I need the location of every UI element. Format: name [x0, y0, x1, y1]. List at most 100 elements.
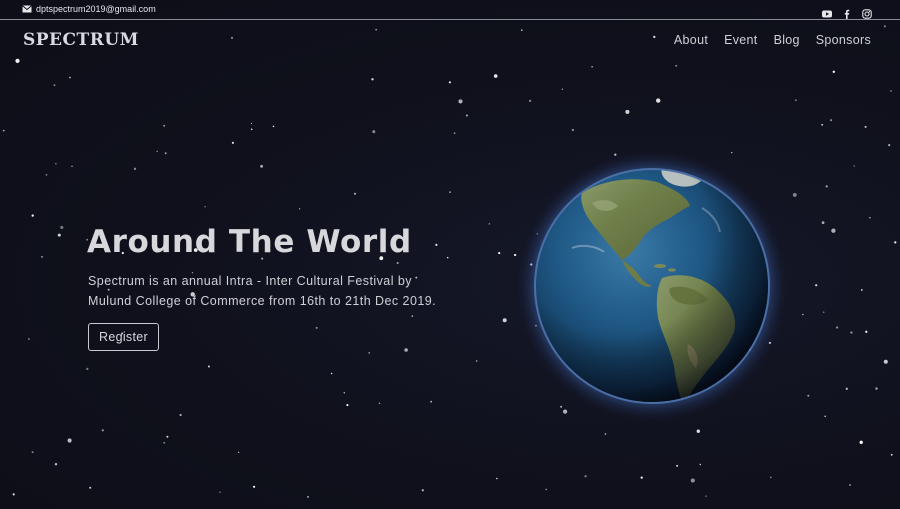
star — [237, 451, 240, 454]
star — [848, 483, 852, 487]
instagram-icon[interactable] — [862, 4, 872, 19]
page: dptspectrum2019@gmail.com SPECTRUM About… — [0, 0, 900, 509]
nav-about[interactable]: About — [674, 33, 708, 47]
nav-sponsors[interactable]: Sponsors — [816, 33, 871, 47]
youtube-icon[interactable] — [822, 4, 832, 18]
star — [60, 225, 64, 229]
star — [493, 74, 498, 78]
star — [815, 284, 818, 287]
star — [448, 81, 452, 84]
star — [656, 98, 661, 103]
star — [807, 394, 810, 397]
star — [890, 453, 893, 456]
star — [2, 129, 5, 132]
star — [653, 35, 656, 39]
star — [859, 440, 863, 444]
star — [821, 123, 824, 126]
star — [465, 114, 468, 117]
star — [802, 313, 804, 316]
star — [330, 372, 333, 375]
star — [676, 464, 679, 467]
star — [231, 141, 234, 144]
star — [831, 228, 836, 233]
star — [71, 165, 73, 167]
star — [57, 233, 61, 237]
star — [865, 330, 868, 333]
site-logo[interactable]: SPECTRUM — [23, 30, 139, 50]
star — [250, 128, 253, 131]
star — [12, 493, 15, 496]
star — [795, 99, 797, 101]
star — [253, 485, 256, 488]
nav-event[interactable]: Event — [724, 33, 757, 47]
star — [890, 90, 892, 92]
nav-blog[interactable]: Blog — [774, 33, 800, 47]
star — [498, 252, 501, 255]
star — [204, 206, 206, 208]
star — [179, 413, 182, 417]
star — [89, 486, 92, 489]
star — [591, 65, 593, 68]
star — [850, 331, 853, 334]
star — [835, 326, 839, 329]
star — [404, 348, 408, 352]
star — [860, 288, 863, 291]
star — [561, 88, 564, 90]
envelope-icon — [22, 5, 32, 13]
star — [272, 125, 275, 128]
register-button[interactable]: Register — [88, 323, 159, 351]
star — [604, 433, 607, 435]
star — [28, 338, 30, 340]
main-nav: About Event Blog Sponsors — [674, 33, 871, 47]
star — [260, 164, 264, 168]
star — [298, 208, 301, 210]
star — [411, 315, 414, 317]
star — [705, 495, 707, 497]
star — [343, 392, 345, 394]
star — [883, 359, 888, 364]
star — [164, 152, 167, 155]
star — [792, 192, 797, 197]
star — [769, 476, 772, 479]
earth-globe-image — [512, 148, 788, 424]
star — [453, 132, 456, 134]
star — [864, 125, 867, 128]
star — [421, 489, 424, 492]
hero-description-line-1: Spectrum is an annual Intra - Inter Cult… — [88, 274, 412, 288]
hero-description-line-2: Mulund College of Commerce from 16th to … — [88, 293, 437, 308]
star — [371, 78, 374, 81]
star — [528, 99, 532, 103]
star — [675, 64, 678, 67]
star — [156, 150, 158, 153]
star — [53, 84, 56, 87]
star — [853, 165, 855, 167]
contact-email[interactable]: dptspectrum2019@gmail.com — [22, 4, 156, 14]
star — [496, 477, 498, 480]
social-links — [822, 4, 872, 19]
star — [446, 256, 449, 259]
star — [54, 463, 58, 466]
star — [824, 415, 826, 418]
star — [822, 311, 825, 313]
star — [699, 463, 702, 466]
star — [435, 243, 438, 246]
star — [825, 185, 828, 188]
star — [346, 404, 349, 407]
star — [55, 163, 57, 165]
star — [690, 478, 695, 483]
star — [41, 256, 43, 258]
star — [869, 217, 871, 219]
star — [584, 475, 587, 478]
facebook-icon[interactable] — [842, 4, 852, 19]
star — [894, 241, 897, 244]
star — [696, 429, 700, 433]
star — [250, 122, 253, 125]
top-bar: dptspectrum2019@gmail.com — [0, 0, 900, 20]
star — [31, 214, 34, 217]
star — [875, 387, 878, 390]
star — [163, 441, 166, 444]
star — [545, 488, 548, 491]
star — [396, 261, 399, 265]
star — [69, 76, 71, 79]
star — [306, 495, 310, 498]
